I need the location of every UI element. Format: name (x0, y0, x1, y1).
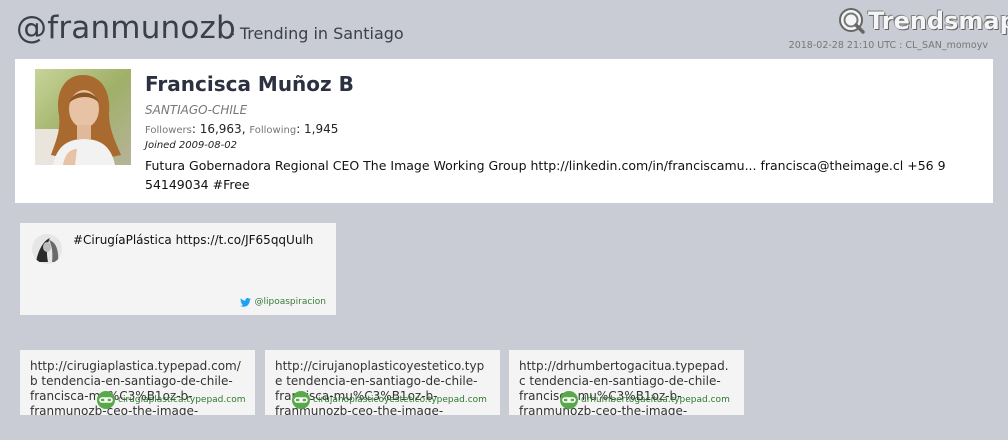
link-chain-icon (97, 391, 115, 409)
link-source[interactable]: drhumbertogacitua.typepad.com (559, 390, 730, 410)
tweet-text[interactable]: #CirugíaPlástica https://t.co/JF65qqUulh (73, 233, 313, 247)
profile-photo (35, 69, 131, 165)
link-source[interactable]: cirujanoplasticoyestetico.typepad.com (291, 390, 487, 410)
timestamp-meta: 2018-02-28 21:10 UTC : CL_SAN_momoyv (788, 40, 988, 51)
profile-card: Francisca Muñoz B SANTIAGO-CHILE Followe… (15, 59, 993, 203)
page-header: @franmunozb - Trending in Santiago Trend… (0, 0, 1008, 58)
tweet-avatar[interactable] (32, 234, 62, 264)
profile-avatar[interactable] (35, 69, 131, 165)
followers-label: Followers (145, 125, 192, 136)
tweet-source[interactable]: @lipoaspiracion (240, 297, 326, 307)
profile-joined: Joined 2009-08-02 (145, 140, 237, 151)
profile-stats: Followers: 16,963, Following: 1,945 (145, 122, 339, 136)
link-card[interactable]: http://drhumbertogacitua.typepad.c tende… (509, 350, 744, 415)
link-source-domain[interactable]: cirujanoplasticoyestetico.typepad.com (313, 395, 487, 405)
tweet-source-handle[interactable]: @lipoaspiracion (254, 297, 326, 307)
trending-location: - Trending in Santiago (229, 24, 404, 43)
link-source-domain[interactable]: drhumbertogacitua.typepad.com (581, 395, 730, 405)
link-source[interactable]: cirugiaplastica.typepad.com (96, 390, 245, 410)
link-card[interactable]: http://cirugiaplastica.typepad.com/b ten… (20, 350, 255, 415)
profile-bio: Futura Gobernadora Regional CEO The Imag… (145, 158, 946, 192)
followers-count: 16,963 (199, 122, 242, 136)
link-chain-icon (560, 391, 578, 409)
link-chain-icon (292, 391, 310, 409)
tweet-card[interactable]: #CirugíaPlástica https://t.co/JF65qqUulh… (20, 223, 336, 315)
twitter-bird-icon (240, 297, 252, 307)
logo-text: Trendsmap (868, 7, 1008, 35)
tweet-avatar-image (32, 234, 62, 264)
profile-name: Francisca Muñoz B (145, 72, 354, 96)
link-card[interactable]: http://cirujanoplasticoyestetico.type te… (265, 350, 500, 415)
link-source-domain[interactable]: cirugiaplastica.typepad.com (118, 395, 245, 405)
following-label: Following (249, 125, 297, 136)
trendsmap-logo-icon (839, 8, 865, 34)
profile-location: SANTIAGO-CHILE (145, 103, 248, 117)
following-count: 1,945 (304, 122, 339, 136)
profile-handle[interactable]: @franmunozb (16, 10, 236, 46)
trendsmap-logo[interactable]: Trendsmap (838, 7, 1008, 35)
